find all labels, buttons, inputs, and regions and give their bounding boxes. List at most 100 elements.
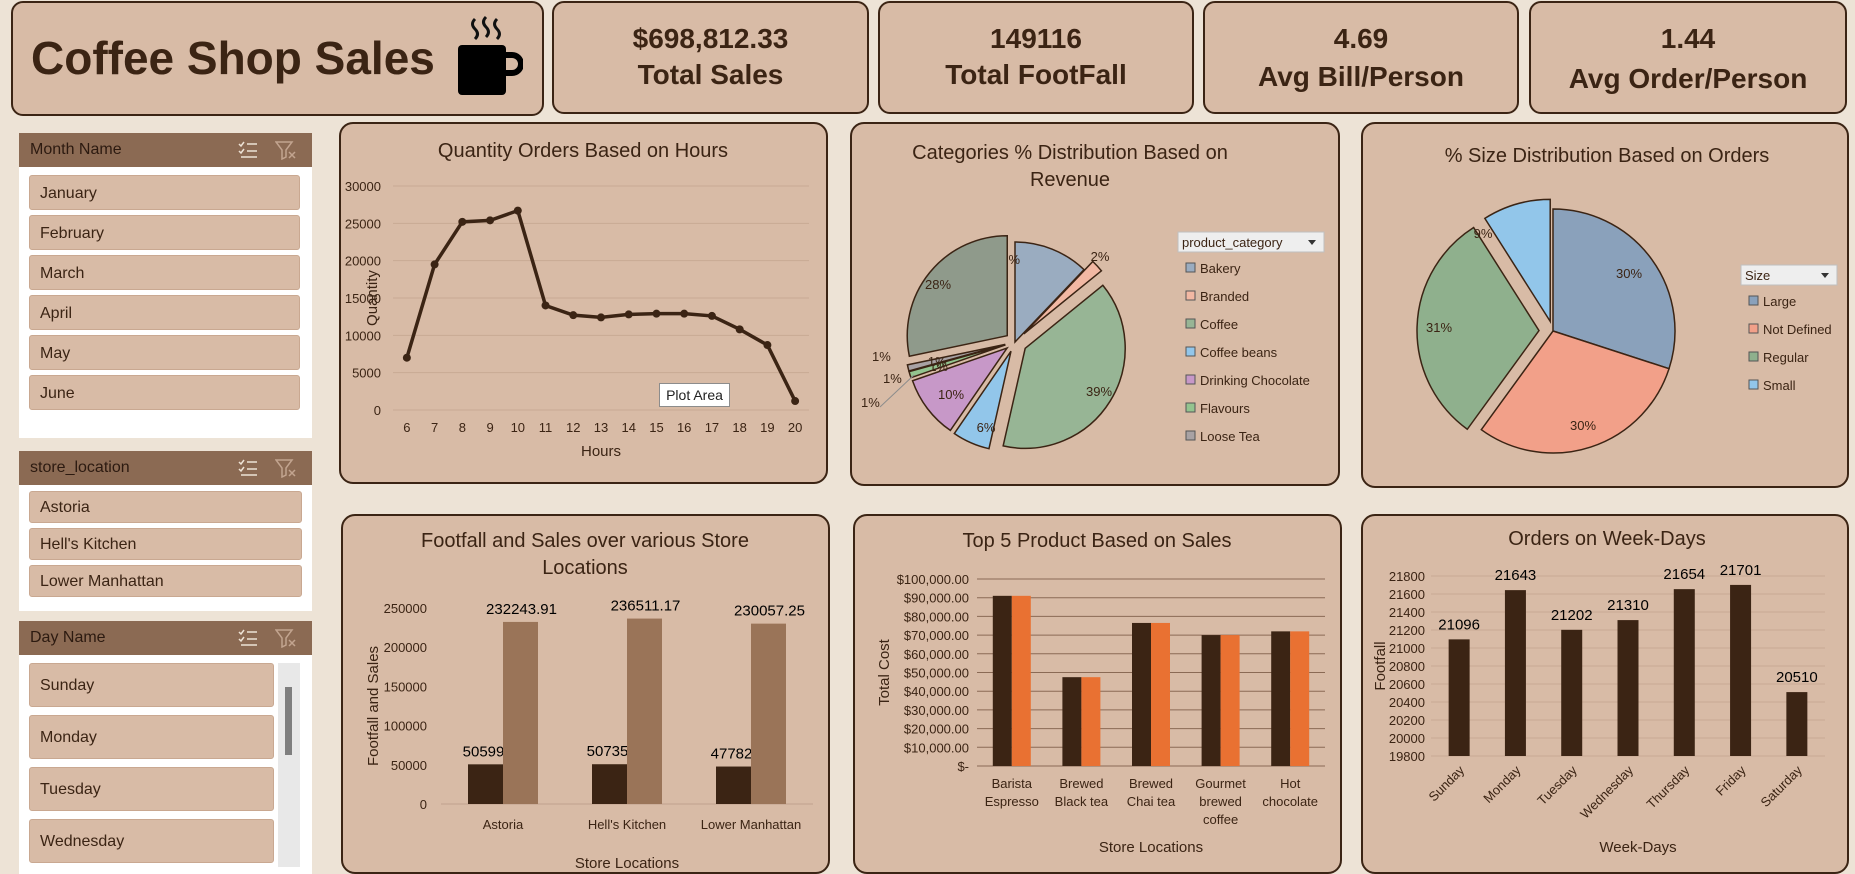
x-tick-label: 7 xyxy=(431,420,438,435)
bar xyxy=(1081,677,1101,766)
kpi-label: Total Sales xyxy=(637,59,784,90)
x-tick-label: Tuesday xyxy=(1534,762,1580,808)
slicer-item[interactable]: Monday xyxy=(29,715,274,759)
y-tick-label: 21800 xyxy=(1389,569,1425,584)
x-tick-label: 10 xyxy=(511,420,525,435)
x-tick-label: 8 xyxy=(459,420,466,435)
slicer-item[interactable]: Tuesday xyxy=(29,767,274,811)
data-point xyxy=(791,397,800,406)
slicer-item[interactable]: February xyxy=(29,215,300,250)
x-tick-label: 17 xyxy=(705,420,719,435)
scrollbar-thumb[interactable] xyxy=(285,687,292,755)
data-point xyxy=(513,206,522,215)
slicer-item[interactable]: April xyxy=(29,295,300,330)
x-tick-label: 20 xyxy=(788,420,802,435)
data-label: 39% xyxy=(1086,384,1112,399)
data-label: 30% xyxy=(1616,266,1642,281)
tooltip: Plot Area xyxy=(659,383,730,407)
y-tick-label: 150000 xyxy=(384,679,427,694)
data-label: 1% xyxy=(872,349,891,364)
slicer-item[interactable]: Wednesday xyxy=(29,819,274,863)
data-point xyxy=(458,217,467,226)
clear-filter-icon[interactable] xyxy=(275,458,297,478)
legend-item: Loose Tea xyxy=(1200,429,1261,444)
kpi-value: 4.69 xyxy=(1333,23,1389,54)
x-tick-label: 12 xyxy=(566,420,580,435)
data-label: 232243.91 xyxy=(486,601,557,618)
legend-swatch xyxy=(1748,323,1759,334)
pie-slice xyxy=(906,234,1008,358)
data-point xyxy=(541,301,550,310)
chart-hours: Quantity Orders Based on Hours 0 5000 10000… xyxy=(345,140,809,460)
multi-select-icon[interactable] xyxy=(237,140,259,160)
data-label: 21096 xyxy=(1438,616,1480,633)
kpi-total-sales: $698,812.33 Total Sales xyxy=(552,1,869,114)
legend-item: Coffee beans xyxy=(1200,345,1278,360)
legend-item: Flavours xyxy=(1200,401,1250,416)
legend-swatch xyxy=(1748,351,1759,362)
legend-item: Regular xyxy=(1763,350,1809,365)
x-tick-label: Saturday xyxy=(1758,762,1806,810)
data-point xyxy=(735,325,744,334)
chart-products: Top 5 Product Based on Sales $- $10,000.00… xyxy=(876,530,1325,856)
bar xyxy=(1448,639,1470,756)
slicer-item[interactable]: June xyxy=(29,375,300,410)
bar xyxy=(1504,590,1526,756)
bar xyxy=(1561,629,1583,756)
data-label: 6% xyxy=(977,420,996,435)
bar xyxy=(1730,584,1752,756)
legend-swatch xyxy=(1748,379,1759,390)
slicer-item[interactable]: Sunday xyxy=(29,663,274,707)
y-tick-label: 19800 xyxy=(1389,749,1425,764)
data-label: 31% xyxy=(1426,320,1452,335)
x-tick-label: 9 xyxy=(486,420,493,435)
slicer-month: Month Name January February March April … xyxy=(19,133,312,438)
slicer-item[interactable]: Hell's Kitchen xyxy=(29,528,302,560)
x-tick-label: 13 xyxy=(594,420,608,435)
y-tick-label: 21200 xyxy=(1389,623,1425,638)
slicer-item[interactable]: January xyxy=(29,175,300,210)
slicer-item[interactable]: May xyxy=(29,335,300,370)
chart-card-sizes: % Size Distribution Based on Orders 30% 30… xyxy=(1361,122,1849,488)
y-tick-label: 30000 xyxy=(345,179,381,194)
y-tick-label: 250000 xyxy=(384,601,427,616)
chart-title: Top 5 Product Based on Sales xyxy=(962,530,1231,552)
y-tick-label: 21000 xyxy=(1389,641,1425,656)
legend-item: Small xyxy=(1763,378,1796,393)
chart-card-products: Top 5 Product Based on Sales $- $10,000.00… xyxy=(853,514,1342,874)
bar xyxy=(716,766,751,804)
x-tick-label: Hot chocolate xyxy=(1262,776,1318,809)
bar xyxy=(1786,692,1808,756)
y-tick-label: 20800 xyxy=(1389,659,1425,674)
slicer-title: store_location xyxy=(30,459,130,476)
multi-select-icon[interactable] xyxy=(237,458,259,478)
kpi-avg-bill: 4.69 Avg Bill/Person xyxy=(1203,1,1519,114)
y-tick-label: 5000 xyxy=(352,366,381,381)
y-tick-label: $30,000.00 xyxy=(904,703,969,718)
slicer-item[interactable]: Lower Manhattan xyxy=(29,565,302,597)
legend-item: Large xyxy=(1763,294,1796,309)
bar xyxy=(992,595,1012,766)
bar xyxy=(1617,620,1639,756)
x-tick-label: Hell's Kitchen xyxy=(588,817,666,832)
clear-filter-icon[interactable] xyxy=(275,628,297,648)
legend-item: Bakery xyxy=(1200,261,1241,276)
slicer-item[interactable]: March xyxy=(29,255,300,290)
data-label: 50735 xyxy=(587,743,629,760)
data-label: 1% xyxy=(883,371,902,386)
data-point xyxy=(763,341,772,350)
clear-filter-icon[interactable] xyxy=(275,140,297,160)
x-tick-label: Brewed Black tea xyxy=(1055,776,1109,809)
scrollbar-track[interactable] xyxy=(278,663,300,867)
x-tick-label: 16 xyxy=(677,420,691,435)
y-tick-label: $10,000.00 xyxy=(904,740,969,755)
slicer-item[interactable]: Astoria xyxy=(29,491,302,523)
bar xyxy=(1201,635,1221,766)
data-label: 10% xyxy=(938,387,964,402)
chart-title: Footfall and Sales over various Store Loc… xyxy=(421,530,749,579)
multi-select-icon[interactable] xyxy=(237,628,259,648)
y-axis-label: Total Cost xyxy=(876,638,893,706)
kpi-label: Avg Order/Person xyxy=(1568,63,1808,94)
y-tick-label: 0 xyxy=(420,797,427,812)
x-tick-label: Lower Manhattan xyxy=(701,817,801,832)
